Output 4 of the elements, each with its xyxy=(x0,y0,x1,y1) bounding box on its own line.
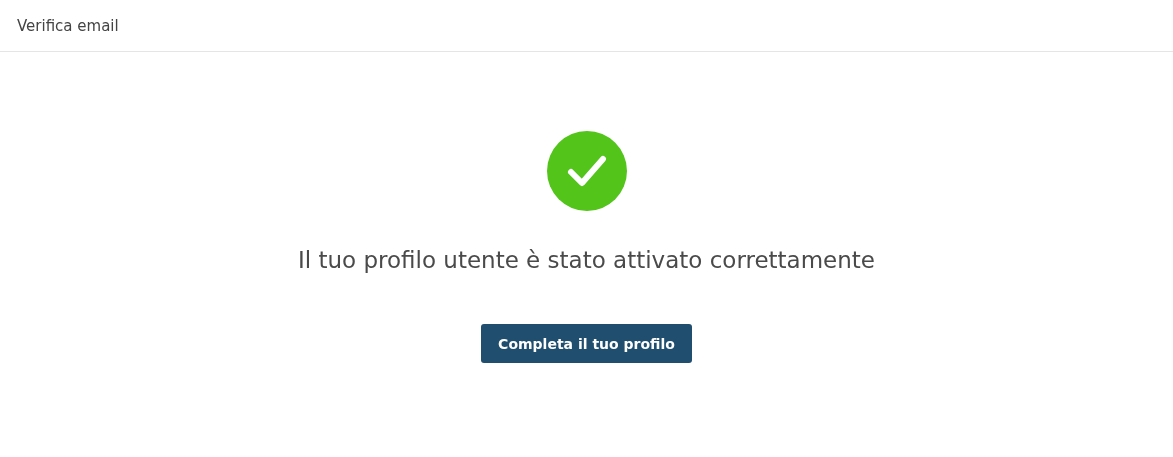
page-title: Verifica email xyxy=(17,16,119,35)
check-circle-icon xyxy=(546,131,627,211)
complete-profile-button[interactable]: Completa il tuo profilo xyxy=(481,324,692,363)
success-message: Il tuo profilo utente è stato attivato correttamente xyxy=(297,247,875,273)
